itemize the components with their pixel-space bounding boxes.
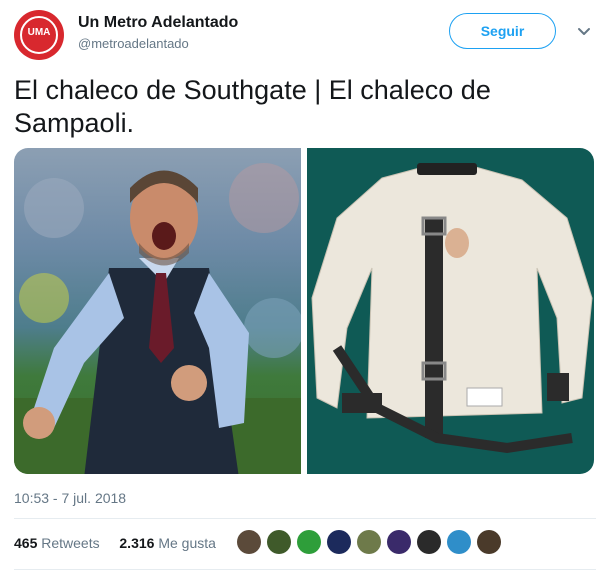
liker-avatar[interactable] — [387, 530, 411, 554]
liker-avatar[interactable] — [267, 530, 291, 554]
tweet-text-line-1: El chaleco de Southgate | El chaleco de — [14, 75, 491, 105]
photo-southgate[interactable] — [14, 148, 301, 474]
straitjacket-illustration — [311, 163, 593, 454]
likes-label[interactable]: Me gusta — [158, 535, 216, 551]
liker-avatar[interactable] — [237, 530, 261, 554]
tweet-stats: 465 Retweets 2.316 Me gusta — [14, 535, 216, 551]
photo-straitjacket[interactable] — [307, 148, 594, 474]
chevron-down-icon[interactable] — [576, 23, 592, 39]
account-name[interactable]: Un Metro Adelantado — [78, 14, 238, 32]
account-handle[interactable]: @metroadelantado — [78, 36, 189, 51]
liker-avatar[interactable] — [297, 530, 321, 554]
media-grid — [14, 148, 594, 474]
tweet-text: El chaleco de Southgate | El chaleco de … — [14, 74, 594, 140]
divider — [14, 518, 596, 519]
likes-count[interactable]: 2.316 — [119, 535, 154, 551]
follow-button[interactable]: Seguir — [449, 13, 556, 49]
liker-avatar[interactable] — [417, 530, 441, 554]
divider — [14, 569, 596, 570]
southgate-illustration — [14, 163, 301, 474]
avatar[interactable]: UMA — [14, 10, 64, 60]
liker-avatar[interactable] — [357, 530, 381, 554]
tweet-timestamp[interactable]: 10:53 - 7 jul. 2018 — [14, 490, 126, 506]
retweets-label[interactable]: Retweets — [41, 535, 99, 551]
liker-avatar[interactable] — [477, 530, 501, 554]
retweets-count[interactable]: 465 — [14, 535, 37, 551]
avatar-text: UMA — [27, 27, 51, 38]
liker-avatar[interactable] — [447, 530, 471, 554]
tweet-text-line-2: Sampaoli. — [14, 108, 135, 138]
liker-avatar[interactable] — [327, 530, 351, 554]
